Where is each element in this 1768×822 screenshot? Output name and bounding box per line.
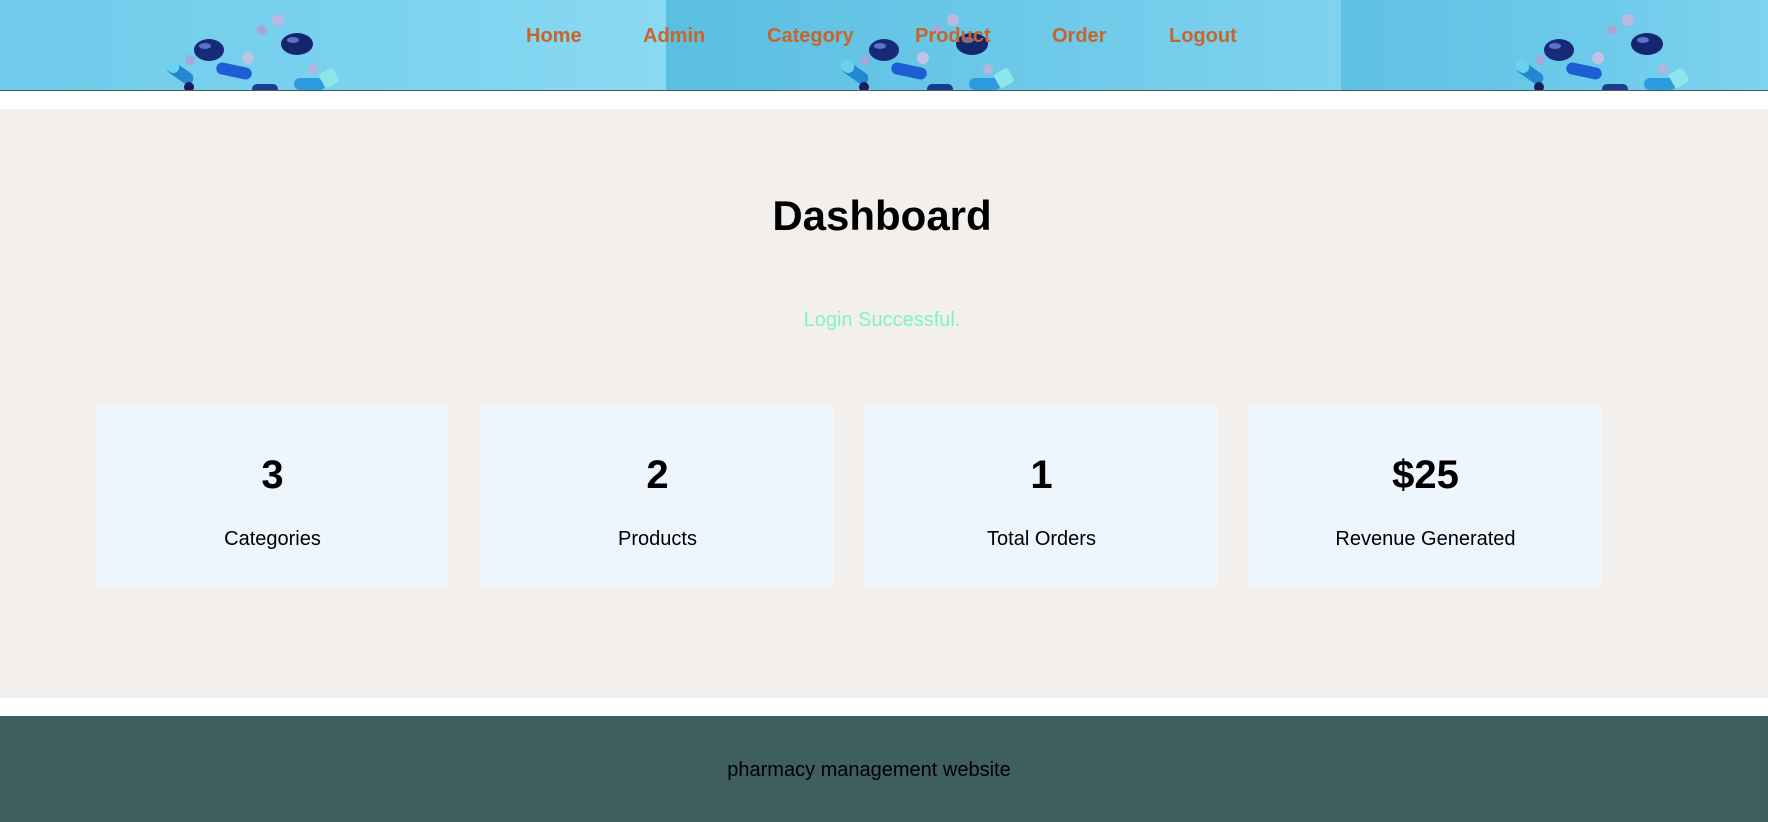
stat-card-products: 2 Products: [481, 406, 834, 586]
dashboard-section: Dashboard Login Successful. 3 Categories…: [0, 109, 1768, 698]
site-header: Home Admin Category Product Order Logout: [0, 0, 1768, 91]
stat-value: 2: [646, 453, 669, 497]
stat-label: Total Orders: [987, 528, 1096, 550]
main-nav: Home Admin Category Product Order Logout: [0, 22, 1768, 52]
stat-card-total-orders: 1 Total Orders: [865, 406, 1218, 586]
footer-text: pharmacy management website: [727, 759, 1011, 781]
nav-link-home[interactable]: Home: [526, 22, 582, 50]
nav-link-admin[interactable]: Admin: [643, 22, 705, 50]
nav-link-category[interactable]: Category: [767, 22, 854, 50]
page-title: Dashboard: [772, 192, 992, 239]
login-status-message: Login Successful.: [803, 309, 961, 331]
stat-label: Products: [618, 528, 697, 550]
stat-card-categories: 3 Categories: [96, 406, 449, 586]
stat-label: Revenue Generated: [1335, 528, 1516, 550]
nav-link-logout[interactable]: Logout: [1169, 22, 1237, 50]
stat-value: 3: [261, 453, 284, 497]
site-footer: pharmacy management website: [0, 716, 1768, 822]
stat-card-revenue: $25 Revenue Generated: [1249, 406, 1602, 586]
stat-label: Categories: [224, 528, 321, 550]
nav-link-product[interactable]: Product: [915, 22, 991, 50]
stat-value: 1: [1030, 453, 1053, 497]
nav-link-order[interactable]: Order: [1052, 22, 1106, 50]
stat-value: $25: [1392, 453, 1459, 497]
